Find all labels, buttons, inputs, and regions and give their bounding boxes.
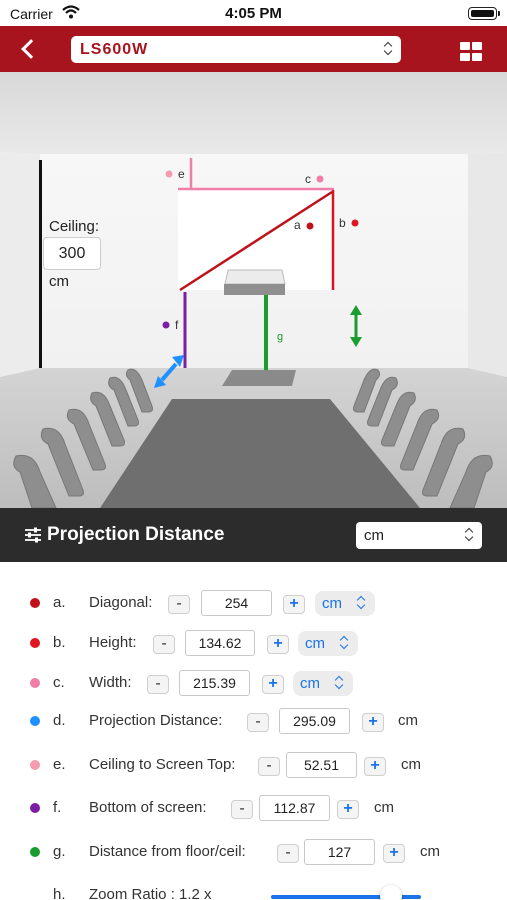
decrement-button[interactable]: - xyxy=(247,713,269,732)
row-label: Height: xyxy=(89,634,137,651)
row-projection-distance: d. Projection Distance: - 295.09 + cm xyxy=(0,706,507,736)
chevron-updown-icon xyxy=(356,595,366,611)
row-label: Diagonal: xyxy=(89,594,153,611)
row-dot xyxy=(30,803,40,813)
row-dot xyxy=(30,598,40,608)
room-illustration: e c a b f g xyxy=(0,72,507,508)
projection-distance-input[interactable]: 295.09 xyxy=(279,708,350,734)
row-dot xyxy=(30,847,40,857)
distance-from-floor-input[interactable]: 127 xyxy=(304,839,375,865)
decrement-button[interactable]: - xyxy=(147,675,169,694)
height-unit-select[interactable]: cm xyxy=(298,631,358,656)
decrement-button[interactable]: - xyxy=(231,800,253,819)
ceiling-height-input[interactable]: 300 xyxy=(43,237,101,270)
increment-button[interactable]: + xyxy=(364,757,386,776)
room-drawing xyxy=(0,72,507,508)
nav-bar: LS600W xyxy=(0,26,507,72)
row-zoom-ratio: h. Zoom Ratio : 1.2 x xyxy=(0,880,507,900)
width-input[interactable]: 215.39 xyxy=(179,670,250,696)
ceiling-unit: cm xyxy=(49,273,69,290)
row-bottom-of-screen: f. Bottom of screen: - 112.87 + cm xyxy=(0,793,507,823)
bottom-of-screen-input[interactable]: 112.87 xyxy=(259,795,330,821)
increment-button[interactable]: + xyxy=(283,595,305,614)
unit-label: cm xyxy=(305,635,325,652)
chevron-updown-icon xyxy=(464,527,474,543)
row-dot xyxy=(30,678,40,688)
row-letter: h. xyxy=(53,886,66,900)
unit-select[interactable]: cm xyxy=(356,522,482,549)
row-width: c. Width: - 215.39 + cm xyxy=(0,668,507,698)
row-label: Zoom Ratio : 1.2 x xyxy=(89,886,212,900)
unit-select-value: cm xyxy=(364,527,384,544)
sliders-icon xyxy=(25,527,41,543)
ceiling-label: Ceiling: xyxy=(49,218,100,235)
label-a: a xyxy=(294,218,301,232)
row-distance-from-floor: g. Distance from floor/ceil: - 127 + cm xyxy=(0,837,507,867)
row-ceiling-to-screen-top: e. Ceiling to Screen Top: - 52.51 + cm xyxy=(0,750,507,780)
unit-label: cm xyxy=(322,595,342,612)
unit-label: cm xyxy=(374,799,394,816)
row-label: Width: xyxy=(89,674,132,691)
label-g: g xyxy=(277,331,284,343)
row-letter: a. xyxy=(53,594,66,611)
battery-icon xyxy=(468,7,500,20)
row-dot xyxy=(30,760,40,770)
label-f: f xyxy=(175,318,179,332)
height-input[interactable]: 134.62 xyxy=(185,630,255,656)
label-e: e xyxy=(178,167,185,181)
row-letter: f. xyxy=(53,799,62,816)
back-chevron-icon[interactable] xyxy=(18,34,46,62)
chevron-updown-icon xyxy=(383,41,393,57)
model-select-value: LS600W xyxy=(80,41,149,58)
increment-button[interactable]: + xyxy=(362,713,384,732)
row-letter: d. xyxy=(53,712,66,729)
clock: 4:05 PM xyxy=(225,5,282,22)
unit-label: cm xyxy=(420,843,440,860)
unit-label: cm xyxy=(398,712,418,729)
row-dot xyxy=(30,638,40,648)
row-letter: g. xyxy=(53,843,66,860)
unit-label: cm xyxy=(300,675,320,692)
row-label: Distance from floor/ceil: xyxy=(89,843,246,860)
model-select[interactable]: LS600W xyxy=(71,36,401,63)
row-label: Ceiling to Screen Top: xyxy=(89,756,236,773)
increment-button[interactable]: + xyxy=(383,844,405,863)
projection-distance-header: Projection Distance cm xyxy=(0,508,507,562)
decrement-button[interactable]: - xyxy=(168,595,190,614)
decrement-button[interactable]: - xyxy=(258,757,280,776)
increment-button[interactable]: + xyxy=(337,800,359,819)
row-letter: e. xyxy=(53,756,66,773)
ceiling-to-screen-top-input[interactable]: 52.51 xyxy=(286,752,357,778)
zoom-slider-thumb[interactable] xyxy=(380,885,402,900)
row-letter: c. xyxy=(53,674,65,691)
row-letter: b. xyxy=(53,634,66,651)
chevron-updown-icon xyxy=(339,635,349,651)
diagonal-unit-select[interactable]: cm xyxy=(315,591,375,616)
panel-title: Projection Distance xyxy=(47,524,225,545)
row-dot xyxy=(30,716,40,726)
label-b: b xyxy=(339,216,346,230)
row-label: Projection Distance: xyxy=(89,712,223,729)
chevron-updown-icon xyxy=(334,675,344,691)
decrement-button[interactable]: - xyxy=(277,844,299,863)
width-unit-select[interactable]: cm xyxy=(293,671,353,696)
unit-label: cm xyxy=(401,756,421,773)
row-diagonal: a. Diagonal: - 254 + cm xyxy=(0,588,507,618)
increment-button[interactable]: + xyxy=(267,635,289,654)
grid-menu-icon[interactable] xyxy=(460,42,484,62)
status-bar: Carrier 4:05 PM xyxy=(0,0,507,26)
row-height: b. Height: - 134.62 + cm xyxy=(0,628,507,658)
decrement-button[interactable]: - xyxy=(153,635,175,654)
label-c: c xyxy=(305,172,311,186)
row-label: Bottom of screen: xyxy=(89,799,207,816)
increment-button[interactable]: + xyxy=(262,675,284,694)
diagonal-input[interactable]: 254 xyxy=(201,590,272,616)
